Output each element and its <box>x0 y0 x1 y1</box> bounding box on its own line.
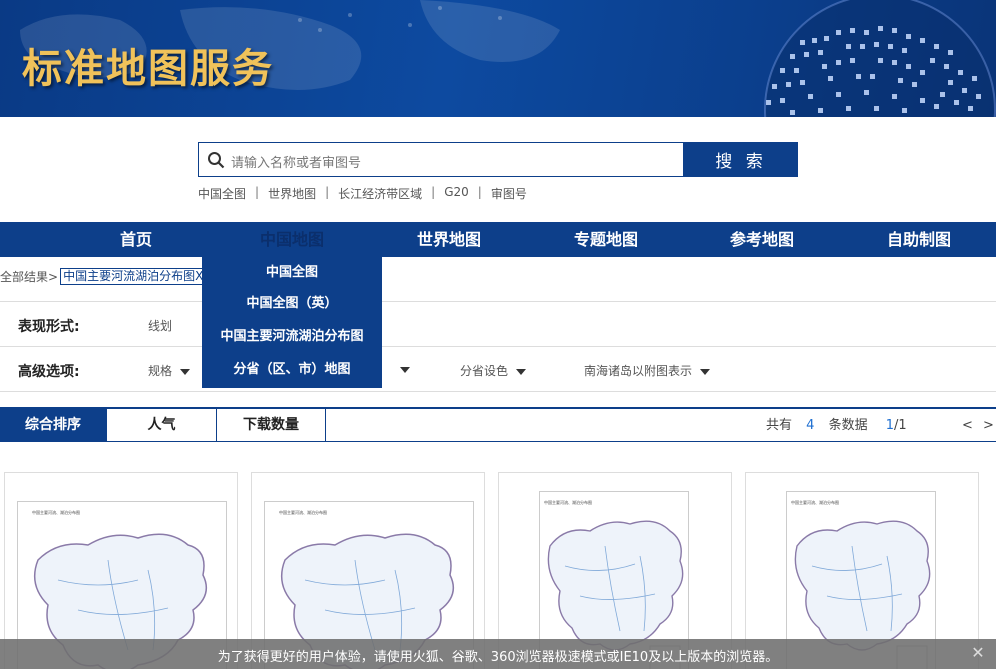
breadcrumb-filter-tag[interactable]: 中国主要河流湖泊分布图X <box>60 268 207 285</box>
nav-item-reference-map[interactable]: 参考地图 <box>702 222 822 257</box>
quick-links: 中国全图 | 世界地图 | 长江经济带区域 | G20 | 审图号 <box>198 185 527 202</box>
separator: | <box>477 185 482 199</box>
search-icon <box>208 152 225 169</box>
spec-select-label: 规格 <box>148 364 173 378</box>
dropdown-item-rivers-lakes[interactable]: 中国主要河流湖泊分布图 <box>202 323 382 356</box>
spec-select[interactable]: 规格 <box>148 362 191 379</box>
divider <box>0 301 996 302</box>
quick-link-review-number[interactable]: 审图号 <box>491 185 527 202</box>
sort-bar: 综合排序 人气 下载数量 共有 4 条数据 1/1 < > <box>0 407 996 442</box>
quick-link-world[interactable]: 世界地图 <box>268 185 316 202</box>
province-color-select[interactable]: 分省设色 <box>460 362 527 379</box>
breadcrumb-root[interactable]: 全部结果> <box>0 268 58 285</box>
result-total-suffix: 条数据 <box>828 418 868 433</box>
map-caption: 中国主要河流、湖泊分布图 <box>279 510 327 515</box>
south-sea-inset-select[interactable]: 南海诸岛以附图表示 <box>584 362 711 379</box>
separator: | <box>255 185 260 199</box>
caret-down-icon <box>400 366 410 373</box>
sort-tab-downloads[interactable]: 下载数量 <box>217 409 326 442</box>
close-icon[interactable]: ✕ <box>968 643 988 663</box>
header-banner: 标准地图服务 <box>0 0 996 117</box>
breadcrumb: 全部结果> 中国主要河流湖泊分布图X <box>0 268 207 285</box>
form-filter-label: 表现形式: <box>18 319 80 335</box>
nav-item-home[interactable]: 首页 <box>76 222 196 257</box>
hidden-select-caret[interactable] <box>392 362 410 376</box>
advanced-options-label: 高级选项: <box>18 364 80 380</box>
page: 标准地图服务 请输入名称或者审图号 搜 索 中国全图 | 世界地图 | 长江经济… <box>0 0 996 669</box>
sort-tab-comprehensive[interactable]: 综合排序 <box>0 409 107 442</box>
nav-item-world-map[interactable]: 世界地图 <box>389 222 509 257</box>
dropdown-item-provinces[interactable]: 分省（区、市）地图 <box>202 356 382 389</box>
nav-item-china-map[interactable]: 中国地图 <box>232 222 352 257</box>
page-current: 1 <box>885 418 895 433</box>
result-total-count: 4 <box>806 418 815 433</box>
form-filter-option-line[interactable]: 线划 <box>148 317 172 334</box>
search-input[interactable]: 请输入名称或者审图号 <box>198 142 684 177</box>
sort-tab-popularity[interactable]: 人气 <box>107 409 217 442</box>
map-caption: 中国主要河流、湖泊分布图 <box>32 510 80 515</box>
result-total: 共有 4 条数据 1/1 <box>766 409 907 442</box>
page-total: /1 <box>894 418 907 433</box>
browser-notice-message: 为了获得更好的用户体验，请使用火狐、谷歌、360浏览器极速模式或IE10及以上版… <box>217 650 779 665</box>
caret-down-icon <box>180 368 191 375</box>
divider <box>0 391 996 392</box>
quick-link-china[interactable]: 中国全图 <box>198 185 246 202</box>
nav-item-thematic-map[interactable]: 专题地图 <box>546 222 666 257</box>
divider <box>0 346 996 347</box>
result-total-prefix: 共有 <box>766 418 793 433</box>
caret-down-icon <box>516 368 527 375</box>
dropdown-item-china-full[interactable]: 中国全图 <box>202 257 382 290</box>
south-sea-inset-select-label: 南海诸岛以附图表示 <box>584 364 693 378</box>
search-placeholder: 请输入名称或者审图号 <box>231 156 362 171</box>
nav-item-custom-map[interactable]: 自助制图 <box>859 222 979 257</box>
search-button[interactable]: 搜 索 <box>684 142 798 177</box>
dropdown-item-china-full-en[interactable]: 中国全图（英） <box>202 290 382 323</box>
quick-link-g20[interactable]: G20 <box>444 185 469 202</box>
site-title: 标准地图服务 <box>22 46 274 92</box>
browser-notice-bar: 为了获得更好的用户体验，请使用火狐、谷歌、360浏览器极速模式或IE10及以上版… <box>0 639 996 669</box>
prev-page-button[interactable]: < <box>962 409 973 442</box>
province-color-select-label: 分省设色 <box>460 364 509 378</box>
next-page-button[interactable]: > <box>983 409 994 442</box>
main-nav: 首页 中国地图 世界地图 专题地图 参考地图 自助制图 <box>0 222 996 257</box>
separator: | <box>431 185 436 199</box>
caret-down-icon <box>700 368 711 375</box>
quick-link-yangtze[interactable]: 长江经济带区域 <box>338 185 422 202</box>
china-map-dropdown: 中国全图 中国全图（英） 中国主要河流湖泊分布图 分省（区、市）地图 <box>202 257 382 388</box>
separator: | <box>325 185 330 199</box>
